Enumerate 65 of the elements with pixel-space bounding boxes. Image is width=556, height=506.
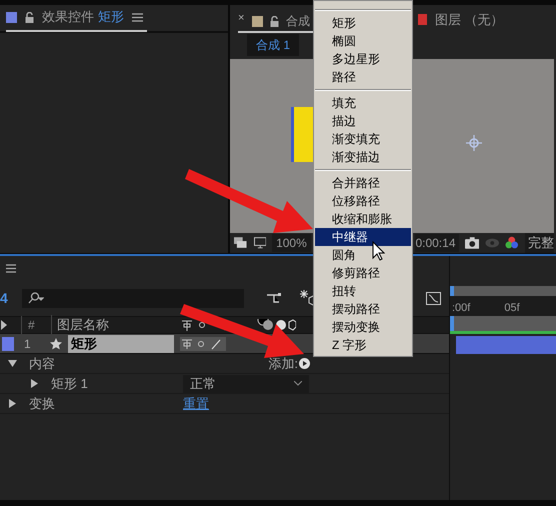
flowchart-icon[interactable] — [266, 291, 282, 305]
camera-icon[interactable] — [464, 237, 479, 249]
blend-mode-dropdown[interactable]: 正常 — [183, 374, 309, 392]
color-swatch — [418, 14, 427, 26]
panel-tab[interactable]: 图层 （无） — [435, 10, 504, 30]
resolution-dropdown[interactable]: 完整 — [524, 233, 554, 253]
layer-name[interactable]: 矩形 — [68, 334, 174, 352]
current-time[interactable]: 4 — [0, 288, 12, 308]
color-swatch — [252, 16, 263, 26]
layer-number: 1 — [24, 336, 32, 352]
composition-tab[interactable]: 合成 1 — [247, 34, 300, 56]
label-color[interactable] — [2, 336, 14, 350]
property-label: 内容 — [29, 354, 56, 373]
expand-triangle-icon[interactable] — [30, 379, 39, 388]
menu-item[interactable]: 椭圆 — [315, 32, 411, 50]
menu-item[interactable]: 摆动路径 — [315, 300, 411, 318]
menu-item[interactable]: 多边星形 — [315, 50, 411, 68]
menu-item[interactable]: 扭转 — [315, 282, 411, 300]
property-label: 矩形 1 — [51, 374, 89, 393]
layers-icon[interactable] — [234, 237, 248, 249]
menu-item[interactable]: 合并路径 — [315, 174, 411, 192]
color-channels-icon[interactable] — [505, 236, 519, 250]
menu-item[interactable]: Z 字形 — [315, 336, 411, 354]
layer-name: 矩形 — [98, 8, 124, 26]
close-icon[interactable]: × — [238, 10, 244, 26]
add-label: 添加: — [268, 354, 298, 373]
menu-item[interactable]: 描边 — [315, 112, 411, 130]
menu-item[interactable]: 渐变填充 — [315, 130, 411, 148]
ruler-label: 05f — [504, 300, 520, 316]
collapse-triangle-icon[interactable] — [8, 359, 17, 368]
lock-icon[interactable] — [270, 16, 279, 26]
menu-item[interactable]: 圆角 — [315, 246, 411, 264]
search-icon — [28, 292, 44, 304]
shape-layer[interactable] — [291, 107, 313, 162]
menu-item[interactable]: 渐变描边 — [315, 148, 411, 166]
menu-icon[interactable] — [132, 12, 143, 22]
expand-triangle-icon[interactable] — [8, 399, 17, 408]
menu-item[interactable]: 位移路径 — [315, 192, 411, 210]
ruler-label: :00f — [452, 300, 470, 316]
lock-icon[interactable] — [25, 12, 34, 22]
menu-item[interactable]: 修剪路径 — [315, 264, 411, 282]
work-area-handle[interactable] — [450, 286, 454, 296]
timecode-field[interactable]: 0:00:14 — [415, 234, 458, 252]
panel-tab[interactable]: 合成 — [286, 12, 310, 30]
zoom-dropdown[interactable]: 100% — [272, 234, 311, 252]
reset-link[interactable]: 重置 — [183, 394, 209, 414]
search-field[interactable] — [22, 288, 244, 308]
graph-editor-icon[interactable] — [426, 291, 441, 305]
menu-item[interactable]: 收缩和膨胀 — [315, 210, 411, 228]
add-menu-icon[interactable] — [299, 358, 310, 369]
property-label: 变换 — [29, 394, 56, 413]
triangle-icon — [1, 320, 7, 330]
menu-item[interactable]: 路径 — [315, 68, 411, 86]
menu-icon[interactable] — [6, 264, 16, 272]
menu-item[interactable]: 中继器 — [315, 228, 411, 246]
star-icon — [50, 338, 62, 350]
panel-tab[interactable]: 效果控件 — [42, 7, 94, 27]
color-swatch — [6, 12, 17, 22]
monitor-icon[interactable] — [254, 237, 266, 249]
mouse-cursor-icon — [372, 241, 385, 261]
menu-item[interactable]: 矩形 — [315, 14, 411, 32]
chevron-down-icon — [294, 381, 302, 386]
menu-item[interactable]: 填充 — [315, 94, 411, 112]
switches-icon[interactable] — [180, 336, 226, 350]
menu-item[interactable]: 摆动变换 — [315, 318, 411, 336]
